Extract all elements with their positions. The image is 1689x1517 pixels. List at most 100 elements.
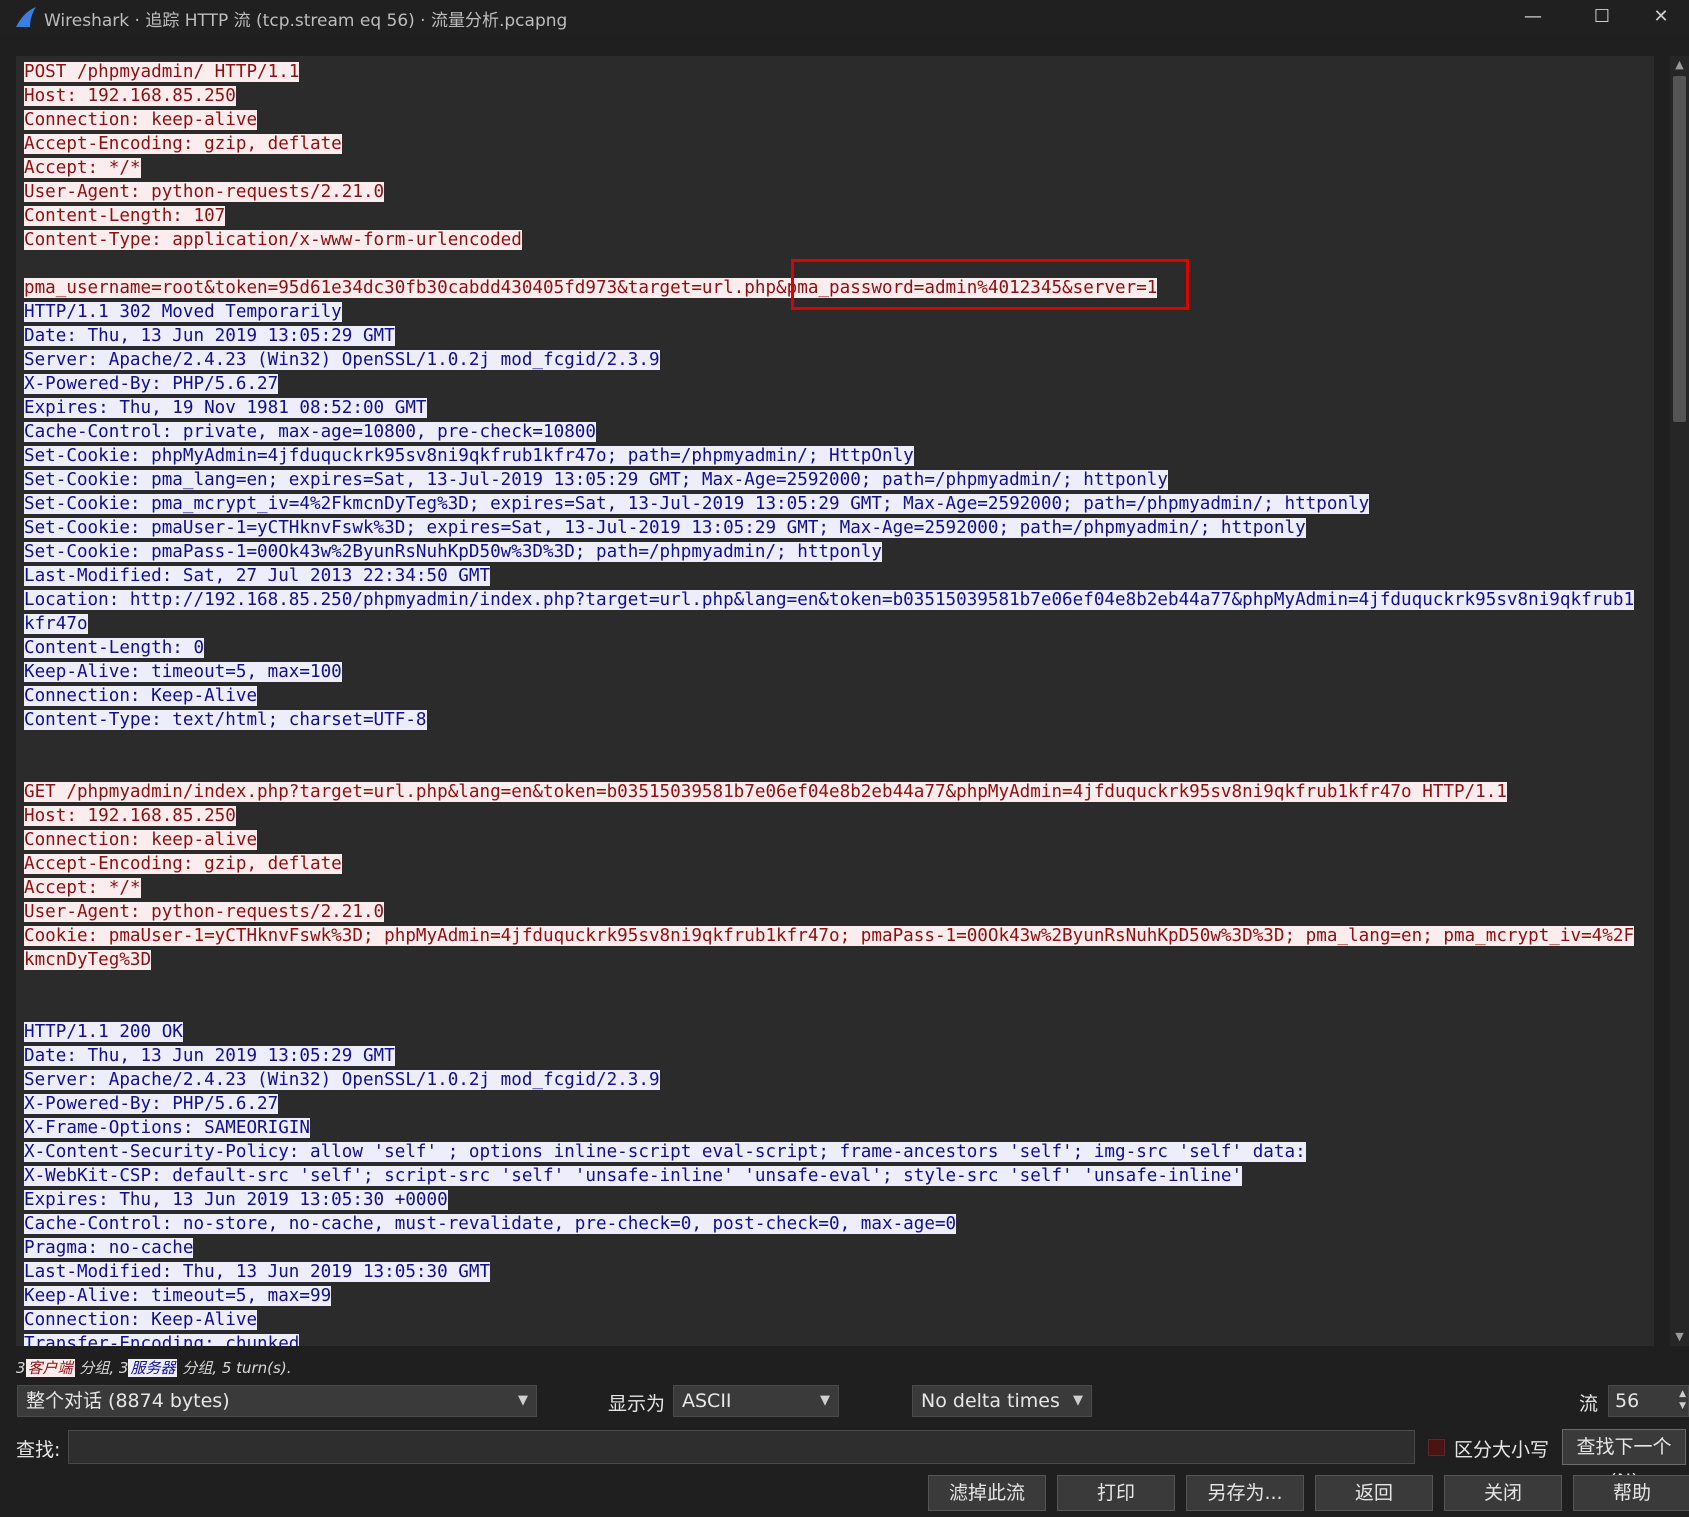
stream-line-text: Accept: */* <box>24 878 141 898</box>
server-stream-line: Last-Modified: Sat, 27 Jul 2013 22:34:50… <box>24 564 1644 588</box>
stream-summary: 3 客户端 分组, 3 服务器 分组, 5 turn(s). <box>16 1357 291 1378</box>
client-stream-line: User-Agent: python-requests/2.21.0 <box>24 180 1644 204</box>
stream-line-text: Set-Cookie: pma_lang=en; expires=Sat, 13… <box>24 470 1168 490</box>
stream-line-text: Set-Cookie: phpMyAdmin=4jfduquckrk95sv8n… <box>24 446 914 466</box>
server-stream-line: Keep-Alive: timeout=5, max=99 <box>24 1284 1644 1308</box>
server-stream-line: Set-Cookie: phpMyAdmin=4jfduquckrk95sv8n… <box>24 444 1644 468</box>
server-stream-line: Cache-Control: no-store, no-cache, must-… <box>24 1212 1644 1236</box>
find-input[interactable] <box>68 1430 1415 1464</box>
stream-line-text: POST /phpmyadmin/ HTTP/1.1 <box>24 62 300 82</box>
server-stream-line: Last-Modified: Thu, 13 Jun 2019 13:05:30… <box>24 1260 1644 1284</box>
server-stream-line: Pragma: no-cache <box>24 1236 1644 1260</box>
stream-line-text: HTTP/1.1 302 Moved Temporarily <box>24 302 342 322</box>
help-button[interactable]: 帮助 <box>1573 1475 1689 1511</box>
stream-line-text: Date: Thu, 13 Jun 2019 13:05:29 GMT <box>24 1046 395 1066</box>
stream-line-text: Cookie: pmaUser-1=yCTHknvFswk%3D; phpMyA… <box>24 926 1635 946</box>
close-button[interactable]: 关闭 <box>1444 1475 1562 1511</box>
client-stream-line: User-Agent: python-requests/2.21.0 <box>24 900 1644 924</box>
server-stream-line: Server: Apache/2.4.23 (Win32) OpenSSL/1.… <box>24 1068 1644 1092</box>
close-window-button[interactable]: ✕ <box>1633 0 1689 34</box>
client-stream-line: Connection: keep-alive <box>24 828 1644 852</box>
conversation-select[interactable]: 整个对话 (8874 bytes) ▼ <box>17 1385 537 1417</box>
chevron-down-icon: ▼ <box>1073 1393 1083 1408</box>
client-stream-line: kmcnDyTeg%3D <box>24 948 1644 972</box>
server-stream-line: Connection: Keep-Alive <box>24 684 1644 708</box>
stream-line-text: Keep-Alive: timeout=5, max=100 <box>24 662 342 682</box>
turn-count: 5 turn(s). <box>221 1359 292 1377</box>
stream-number-value: 56 <box>1615 1390 1640 1412</box>
stream-line-text: Location: http://192.168.85.250/phpmyadm… <box>24 590 1635 610</box>
stream-line-text: Last-Modified: Sat, 27 Jul 2013 22:34:50… <box>24 566 491 586</box>
filter-out-stream-button[interactable]: 滤掉此流 <box>928 1475 1046 1511</box>
stream-line-text: Content-Length: 0 <box>24 638 205 658</box>
stream-line-text: Host: 192.168.85.250 <box>24 806 236 826</box>
stream-line-text: Accept-Encoding: gzip, deflate <box>24 854 342 874</box>
client-stream-line: GET /phpmyadmin/index.php?target=url.php… <box>24 780 1644 804</box>
client-packet-count: 3 <box>16 1359 26 1377</box>
stream-line-text: Cache-Control: private, max-age=10800, p… <box>24 422 596 442</box>
stream-line-text: X-Powered-By: PHP/5.6.27 <box>24 374 279 394</box>
stream-line-text: X-Content-Security-Policy: allow 'self' … <box>24 1142 1306 1162</box>
stream-line-text: User-Agent: python-requests/2.21.0 <box>24 902 385 922</box>
stream-line-text: Connection: keep-alive <box>24 110 258 130</box>
server-stream-line: Date: Thu, 13 Jun 2019 13:05:29 GMT <box>24 1044 1644 1068</box>
scrollbar-thumb[interactable] <box>1673 76 1686 422</box>
scroll-down-icon[interactable]: ▼ <box>1670 1328 1689 1346</box>
stream-line-text: Content-Type: text/html; charset=UTF-8 <box>24 710 427 730</box>
conversation-select-value: 整个对话 (8874 bytes) <box>26 1390 230 1412</box>
stream-line-text: Keep-Alive: timeout=5, max=99 <box>24 1286 332 1306</box>
stream-line-text: X-Powered-By: PHP/5.6.27 <box>24 1094 279 1114</box>
chevron-down-icon: ▼ <box>518 1393 528 1408</box>
stream-line-text: Host: 192.168.85.250 <box>24 86 236 106</box>
find-next-button[interactable]: 查找下一个(N) <box>1562 1429 1686 1492</box>
server-stream-line: Connection: Keep-Alive <box>24 1308 1644 1332</box>
spinner-arrows-icon[interactable]: ▲ ▼ <box>1679 1388 1686 1412</box>
stream-line-text: Date: Thu, 13 Jun 2019 13:05:29 GMT <box>24 326 395 346</box>
stream-line-text: Set-Cookie: pma_mcrypt_iv=4%2FkmcnDyTeg%… <box>24 494 1370 514</box>
server-suffix: 分组, <box>182 1359 218 1377</box>
client-stream-line: Accept-Encoding: gzip, deflate <box>24 852 1644 876</box>
case-sensitive-checkbox[interactable] <box>1428 1439 1445 1456</box>
stream-content: POST /phpmyadmin/ HTTP/1.1 Host: 192.168.… <box>24 60 1644 1346</box>
scroll-up-icon[interactable]: ▲ <box>1670 56 1689 74</box>
stream-line-text: Server: Apache/2.4.23 (Win32) OpenSSL/1.… <box>24 1070 660 1090</box>
server-stream-line: Set-Cookie: pmaUser-1=yCTHknvFswk%3D; ex… <box>24 516 1644 540</box>
maximize-button[interactable]: ☐ <box>1574 0 1630 34</box>
password-highlight-box <box>791 259 1189 310</box>
minimize-button[interactable]: — <box>1505 0 1561 34</box>
stream-text-area[interactable]: POST /phpmyadmin/ HTTP/1.1 Host: 192.168.… <box>16 56 1654 1346</box>
stream-label: 流 <box>1579 1393 1599 1415</box>
server-stream-line: Set-Cookie: pmaPass-1=00Ok43w%2ByunRsNuh… <box>24 540 1644 564</box>
server-stream-line: X-Powered-By: PHP/5.6.27 <box>24 372 1644 396</box>
server-stream-line: X-WebKit-CSP: default-src 'self'; script… <box>24 1164 1644 1188</box>
server-stream-line: Keep-Alive: timeout=5, max=100 <box>24 660 1644 684</box>
show-as-value: ASCII <box>682 1390 732 1412</box>
stream-line-text: Accept-Encoding: gzip, deflate <box>24 134 342 154</box>
stream-line-text: X-Frame-Options: SAMEORIGIN <box>24 1118 310 1138</box>
vertical-scrollbar[interactable]: ▲ ▼ <box>1670 56 1689 1346</box>
stream-line-text: Content-Length: 107 <box>24 206 226 226</box>
stream-line-text: Last-Modified: Thu, 13 Jun 2019 13:05:30… <box>24 1262 491 1282</box>
stream-number-spinner[interactable]: 56 ▲ ▼ <box>1608 1385 1689 1417</box>
stream-line-text: Content-Type: application/x-www-form-url… <box>24 230 522 250</box>
save-as-button[interactable]: 另存为... <box>1186 1475 1304 1511</box>
delta-times-select[interactable]: No delta times ▼ <box>912 1385 1092 1417</box>
case-sensitive-label: 区分大小写 <box>1454 1439 1550 1461</box>
client-stream-line: Accept: */* <box>24 156 1644 180</box>
stream-line-text: Pragma: no-cache <box>24 1238 194 1258</box>
server-stream-line: Transfer-Encoding: chunked <box>24 1332 1644 1346</box>
stream-line-text: Expires: Thu, 19 Nov 1981 08:52:00 GMT <box>24 398 427 418</box>
server-stream-line: Set-Cookie: pma_lang=en; expires=Sat, 13… <box>24 468 1644 492</box>
wireshark-fin-icon <box>16 7 36 27</box>
client-stream-line: Content-Type: application/x-www-form-url… <box>24 228 1644 252</box>
back-button[interactable]: 返回 <box>1315 1475 1433 1511</box>
print-button[interactable]: 打印 <box>1057 1475 1175 1511</box>
stream-line-text: Server: Apache/2.4.23 (Win32) OpenSSL/1.… <box>24 350 660 370</box>
chevron-down-icon: ▼ <box>820 1393 830 1408</box>
server-stream-line: Cache-Control: private, max-age=10800, p… <box>24 420 1644 444</box>
show-as-select[interactable]: ASCII ▼ <box>673 1385 839 1417</box>
server-stream-line: kfr47o <box>24 612 1644 636</box>
